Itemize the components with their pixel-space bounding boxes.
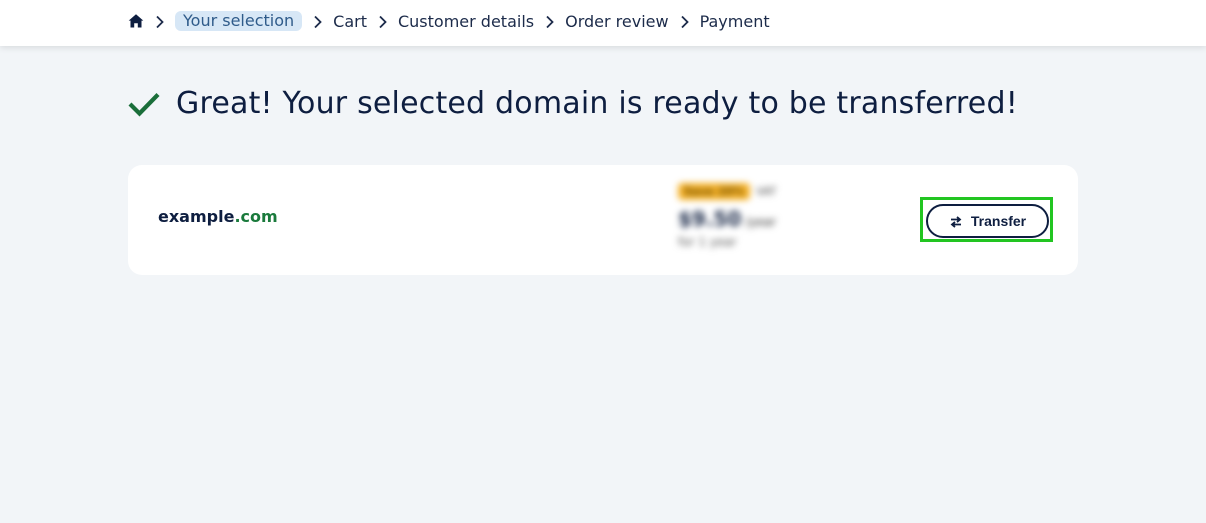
transfer-button[interactable]: Transfer [926, 204, 1049, 238]
transfer-button-highlight: Transfer [920, 197, 1053, 242]
breadcrumb-order-review[interactable]: Order review [565, 12, 668, 31]
promo-badge: Save 20% [678, 182, 751, 200]
domain-card: example.com Save 20% VAT $9.50 /year for… [128, 165, 1078, 275]
breadcrumb-cart[interactable]: Cart [333, 12, 367, 31]
swap-arrows-icon [949, 215, 963, 228]
chevron-right-icon [313, 14, 323, 29]
breadcrumb-customer-details[interactable]: Customer details [398, 12, 534, 31]
check-icon [128, 91, 160, 117]
price-block: Save 20% VAT $9.50 /year for 1 year [678, 181, 776, 249]
vat-note: VAT [756, 184, 777, 198]
top-bar: Your selection Cart Customer details Ord… [0, 0, 1206, 46]
transfer-button-label: Transfer [970, 213, 1027, 229]
breadcrumb-payment[interactable]: Payment [700, 12, 770, 31]
chevron-right-icon [155, 14, 165, 29]
chevron-right-icon [545, 14, 555, 29]
breadcrumb-your-selection[interactable]: Your selection [175, 11, 303, 31]
domain-label: example [158, 207, 235, 226]
price-period: /year [745, 215, 777, 229]
status-message: Great! Your selected domain is ready to … [128, 86, 1018, 121]
domain-name: example.com [158, 207, 278, 226]
chevron-right-icon [378, 14, 388, 29]
price-term: for 1 year [678, 235, 737, 249]
price-amount: $9.50 [678, 207, 742, 231]
page-title: Great! Your selected domain is ready to … [176, 86, 1018, 121]
domain-tld: .com [234, 207, 278, 226]
breadcrumb: Your selection Cart Customer details Ord… [128, 10, 770, 32]
chevron-right-icon [680, 14, 690, 29]
home-icon[interactable] [128, 13, 144, 29]
